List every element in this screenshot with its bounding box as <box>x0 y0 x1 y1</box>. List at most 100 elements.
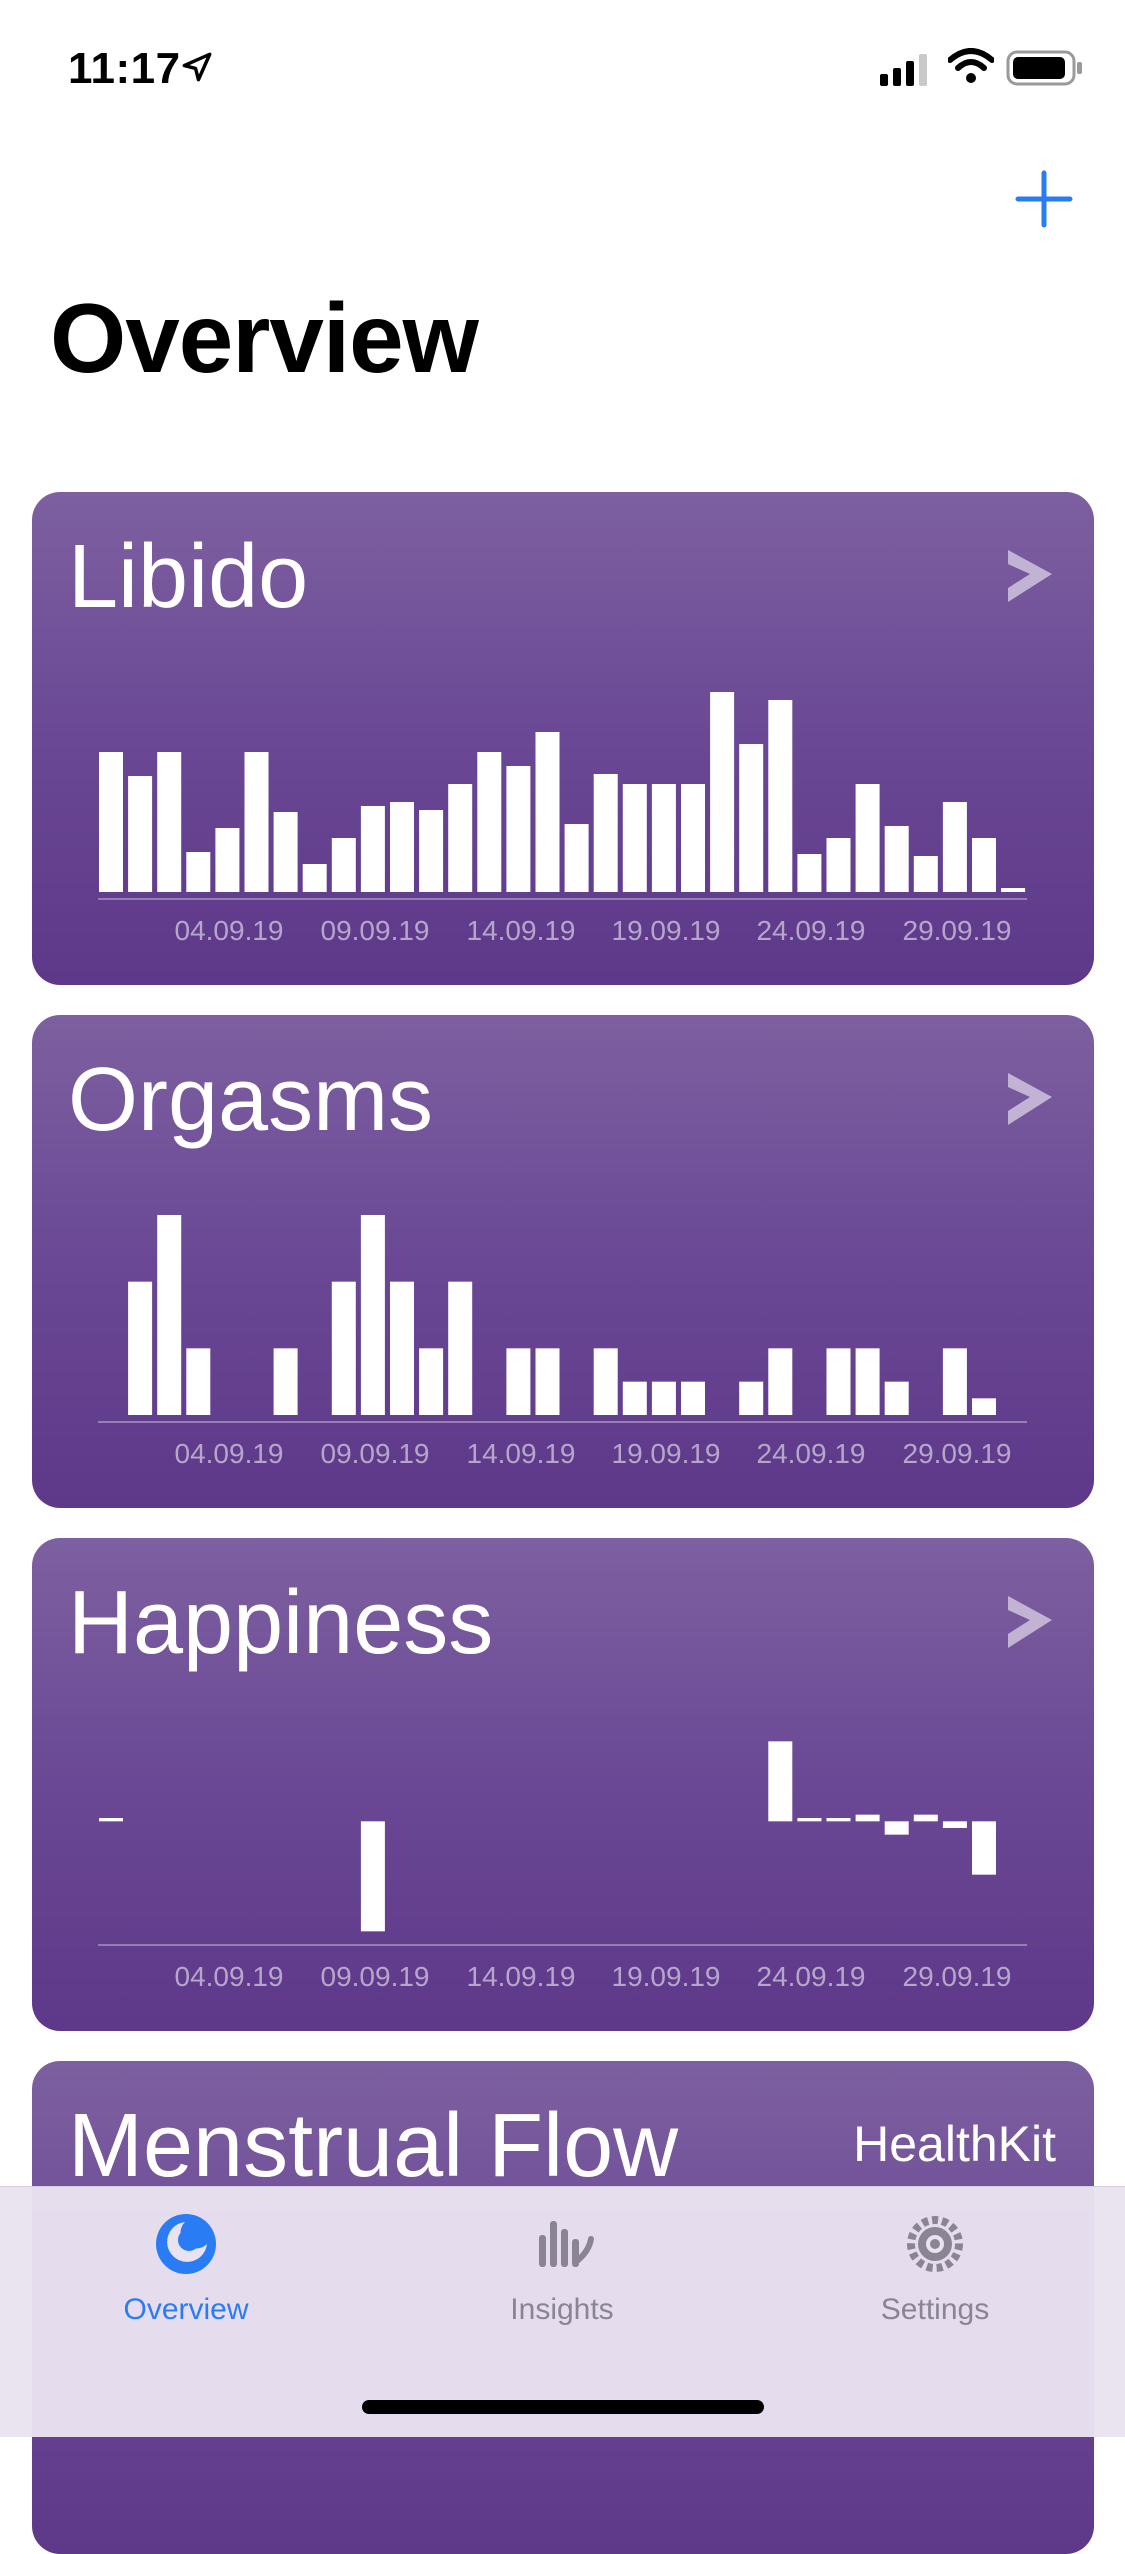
chart-bar <box>768 1741 793 1822</box>
chart-bar <box>855 1814 880 1822</box>
chart-bar <box>535 1348 560 1415</box>
chart-bar <box>593 774 618 892</box>
x-tick-label: 24.09.19 <box>757 1438 866 1469</box>
battery-icon <box>1006 50 1082 86</box>
chart-bar <box>390 1281 414 1415</box>
chart-bar <box>972 838 996 892</box>
chart-bar <box>884 1821 909 1835</box>
tab-settings[interactable]: Settings <box>815 2209 1055 2359</box>
x-tick-label: 04.09.19 <box>175 915 284 946</box>
x-tick-label: 04.09.19 <box>175 1961 284 1992</box>
x-tick-label: 09.09.19 <box>321 915 430 946</box>
x-tick-label: 09.09.19 <box>321 1438 430 1469</box>
chart-bar <box>360 1215 385 1415</box>
location-arrow-icon <box>182 52 212 82</box>
chart-bar <box>768 1348 793 1415</box>
happiness-card[interactable]: 04.09.19 09.09.19 14.09.19 19.09.19 24.09.19… <box>32 1538 1094 2031</box>
chart-bar <box>215 828 240 892</box>
chart-bar <box>913 1814 938 1822</box>
chart-bar <box>972 1821 996 1875</box>
chart-bar <box>419 810 444 892</box>
x-tick-label: 19.09.19 <box>612 915 721 946</box>
chart-bar <box>506 766 531 892</box>
chart-bar <box>244 752 269 892</box>
x-tick-label: 29.09.19 <box>903 915 1012 946</box>
x-tick-label: 29.09.19 <box>903 1961 1012 1992</box>
add-entry-button[interactable] <box>1010 165 1078 233</box>
chart-bar <box>942 802 967 892</box>
chart-bar <box>768 700 793 892</box>
x-tick-label: 04.09.19 <box>175 1438 284 1469</box>
card-title: Libido <box>68 527 309 627</box>
chart-bar <box>942 1348 967 1415</box>
x-tick-label: 14.09.19 <box>467 1961 576 1992</box>
chart-bar <box>564 824 589 892</box>
chart-bar <box>273 812 298 892</box>
x-tick-label: 19.09.19 <box>612 1438 721 1469</box>
chart-bar <box>128 776 153 892</box>
tab-label: Insights <box>510 2293 614 2326</box>
chart-bar <box>651 784 676 892</box>
chart-bar <box>390 802 414 892</box>
chart-bar <box>302 864 327 892</box>
chart-bar <box>622 784 647 892</box>
chart-bar <box>157 752 182 892</box>
insights-icon <box>539 2221 594 2267</box>
chart-bar <box>273 1348 298 1415</box>
chart-bar <box>651 1381 676 1415</box>
chart-bar <box>128 1281 153 1415</box>
chart-bar <box>681 1381 705 1415</box>
chart-bar <box>186 852 211 892</box>
chart-bar <box>535 732 560 892</box>
card-title: Orgasms <box>68 1050 434 1150</box>
chart-bar <box>797 1818 822 1822</box>
chart-bar <box>942 1821 967 1828</box>
chart-bar <box>186 1348 211 1415</box>
libido-card[interactable]: 04.09.19 09.09.19 14.09.19 19.09.19 24.09.19… <box>32 492 1094 985</box>
chart-bar <box>826 838 851 892</box>
tab-insights[interactable]: Insights <box>442 2209 682 2359</box>
healthkit-badge: HealthKit <box>853 2116 1056 2172</box>
chevron-right-icon <box>1008 1596 1052 1648</box>
chart-bar <box>913 856 938 892</box>
chevron-right-icon <box>1008 550 1052 602</box>
chevron-right-icon <box>1008 1073 1052 1125</box>
cellular-signal-icon <box>880 54 927 86</box>
tab-label: Settings <box>880 2293 990 2326</box>
chart-bar <box>419 1348 444 1415</box>
chart-bar <box>739 1381 764 1415</box>
x-tick-label: 14.09.19 <box>467 915 576 946</box>
x-tick-label: 24.09.19 <box>757 915 866 946</box>
chart-bar <box>855 784 880 892</box>
chart-bar <box>826 1348 851 1415</box>
chart-bar <box>331 838 356 892</box>
chart-bar <box>681 784 705 892</box>
chart-bar <box>506 1348 531 1415</box>
chart-bar <box>99 752 123 892</box>
chart-bar <box>972 1398 996 1415</box>
chart-bar <box>622 1381 647 1415</box>
x-tick-label: 14.09.19 <box>467 1438 576 1469</box>
card-title: Happiness <box>68 1573 494 1673</box>
overview-icon <box>156 2214 216 2274</box>
wifi-icon <box>948 48 994 83</box>
chart-bar <box>884 826 909 892</box>
chart-bar <box>884 1381 909 1415</box>
chart-bar <box>826 1818 851 1822</box>
status-bar: 11:17 <box>0 0 1125 132</box>
chart-bar <box>360 1821 385 1932</box>
x-tick-label: 19.09.19 <box>612 1961 721 1992</box>
x-tick-label: 29.09.19 <box>903 1438 1012 1469</box>
chart-bar <box>157 1215 182 1415</box>
home-indicator <box>362 2400 764 2414</box>
x-tick-label: 09.09.19 <box>321 1961 430 1992</box>
x-tick-label: 24.09.19 <box>757 1961 866 1992</box>
chart-bar <box>331 1281 356 1415</box>
settings-gear-icon <box>907 2216 963 2272</box>
tab-overview[interactable]: Overview <box>66 2209 306 2359</box>
chart-bar <box>855 1348 880 1415</box>
status-time: 11:17 <box>68 44 181 93</box>
chart-bar <box>1001 888 1026 892</box>
chart-bar <box>477 752 502 892</box>
orgasms-card[interactable]: 04.09.19 09.09.19 14.09.19 19.09.19 24.09.19… <box>32 1015 1094 1508</box>
